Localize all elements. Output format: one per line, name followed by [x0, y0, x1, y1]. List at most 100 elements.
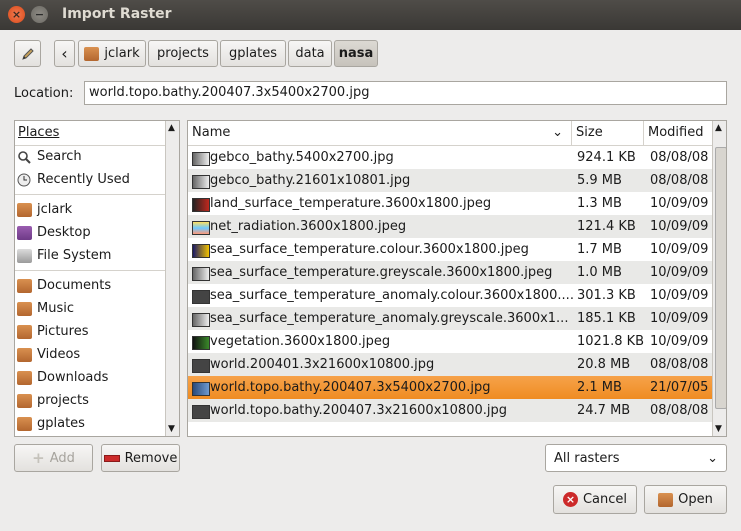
- place-label: Documents: [37, 278, 112, 293]
- file-row[interactable]: world.topo.bathy.200407.3x21600x10800.jp…: [188, 399, 712, 422]
- image-thumbnail-icon: [192, 175, 210, 189]
- file-modified: 21/07/05: [650, 380, 709, 395]
- file-size: 1.3 MB: [577, 196, 622, 211]
- path-segment-nasa[interactable]: nasa: [334, 40, 378, 67]
- remove-button[interactable]: Remove: [101, 444, 180, 472]
- file-row[interactable]: gebco_bathy.5400x2700.jpg 924.1 KB 08/08…: [188, 146, 712, 169]
- file-name: world.topo.bathy.200407.3x5400x2700.jpg: [210, 380, 491, 395]
- videos-folder-icon: [17, 347, 32, 362]
- column-size-label: Size: [576, 125, 603, 140]
- file-type-filter-select[interactable]: All rasters ⌄: [545, 444, 727, 472]
- places-item-music[interactable]: Music: [15, 297, 165, 320]
- location-input[interactable]: world.topo.bathy.200407.3x5400x2700.jpg: [84, 81, 727, 105]
- add-button[interactable]: + Add: [14, 444, 93, 472]
- file-modified: 10/09/09: [650, 242, 709, 257]
- scroll-down-arrow-icon[interactable]: ▼: [715, 424, 722, 434]
- file-row[interactable]: sea_surface_temperature.greyscale.3600x1…: [188, 261, 712, 284]
- sort-descending-icon: ⌄: [552, 125, 563, 140]
- image-thumbnail-icon: [192, 405, 210, 419]
- column-header-modified[interactable]: Modified: [644, 121, 712, 145]
- place-label: Recently Used: [37, 172, 130, 187]
- image-thumbnail-icon: [192, 244, 210, 258]
- cancel-icon: ×: [562, 492, 578, 507]
- file-list-header: Name ⌄ Size Modified: [188, 121, 726, 146]
- places-item-desktop[interactable]: Desktop: [15, 221, 165, 244]
- places-item-projects[interactable]: projects: [15, 389, 165, 412]
- path-segment-label: gplates: [229, 46, 277, 61]
- file-modified: 10/09/09: [650, 219, 709, 234]
- clock-icon: [17, 173, 31, 186]
- place-label: Desktop: [37, 225, 91, 240]
- path-segment-gplates[interactable]: gplates: [220, 40, 286, 67]
- places-item-pictures[interactable]: Pictures: [15, 320, 165, 343]
- scrollbar-thumb[interactable]: [715, 147, 726, 409]
- path-segment-data[interactable]: data: [288, 40, 332, 67]
- path-segment-jclark[interactable]: jclark: [78, 40, 146, 67]
- place-label: Pictures: [37, 324, 89, 339]
- path-back-button[interactable]: ‹: [54, 40, 75, 67]
- file-name: gebco_bathy.5400x2700.jpg: [210, 150, 394, 165]
- places-separator: [15, 194, 165, 195]
- add-button-label: Add: [49, 450, 75, 466]
- location-label: Location:: [14, 86, 74, 101]
- file-size: 1021.8 KB: [577, 334, 645, 349]
- column-header-name[interactable]: Name ⌄: [188, 121, 572, 145]
- places-item-documents[interactable]: Documents: [15, 274, 165, 297]
- file-row[interactable]: net_radiation.3600x1800.jpeg 121.4 KB 10…: [188, 215, 712, 238]
- column-header-size[interactable]: Size: [572, 121, 644, 145]
- column-modified-label: Modified: [648, 125, 704, 140]
- places-item-file-system[interactable]: File System: [15, 244, 165, 267]
- open-button-label: Open: [678, 492, 713, 507]
- places-header[interactable]: Places: [15, 121, 179, 146]
- home-folder-icon: [17, 202, 32, 217]
- downloads-folder-icon: [17, 370, 32, 385]
- file-row[interactable]: vegetation.3600x1800.jpeg 1021.8 KB 10/0…: [188, 330, 712, 353]
- search-icon: [18, 150, 31, 164]
- scroll-up-arrow-icon[interactable]: ▲: [715, 123, 722, 133]
- file-modified: 08/08/08: [650, 403, 709, 418]
- places-item-search[interactable]: Search: [15, 145, 165, 168]
- file-row[interactable]: sea_surface_temperature_anomaly.colour.3…: [188, 284, 712, 307]
- place-label: gplates: [37, 416, 85, 431]
- file-list-scrollbar[interactable]: ▲ ▼: [712, 121, 726, 436]
- scroll-down-arrow-icon[interactable]: ▼: [168, 424, 175, 434]
- file-row[interactable]: world.200401.3x21600x10800.jpg 20.8 MB 0…: [188, 353, 712, 376]
- remove-button-label: Remove: [124, 450, 178, 466]
- file-name: sea_surface_temperature_anomaly.colour.3…: [210, 288, 574, 303]
- file-size: 1.7 MB: [577, 242, 622, 257]
- places-item-gplates[interactable]: gplates: [15, 412, 165, 435]
- file-name: land_surface_temperature.3600x1800.jpeg: [210, 196, 492, 211]
- file-row[interactable]: land_surface_temperature.3600x1800.jpeg …: [188, 192, 712, 215]
- edit-location-button[interactable]: [14, 40, 41, 67]
- image-thumbnail-icon: [192, 198, 210, 212]
- file-name: vegetation.3600x1800.jpeg: [210, 334, 391, 349]
- place-label: Search: [37, 149, 82, 164]
- path-segment-projects[interactable]: projects: [148, 40, 218, 67]
- file-name: sea_surface_temperature.greyscale.3600x1…: [210, 265, 553, 280]
- open-button[interactable]: Open: [644, 485, 727, 514]
- place-label: projects: [37, 393, 89, 408]
- file-row[interactable]: sea_surface_temperature_anomaly.greyscal…: [188, 307, 712, 330]
- image-thumbnail-icon: [192, 152, 210, 166]
- places-item-jclark[interactable]: jclark: [15, 198, 165, 221]
- file-row[interactable]: sea_surface_temperature.colour.3600x1800…: [188, 238, 712, 261]
- file-row[interactable]: gebco_bathy.21601x10801.jpg 5.9 MB 08/08…: [188, 169, 712, 192]
- file-modified: 10/09/09: [650, 265, 709, 280]
- places-scrollbar[interactable]: ▲ ▼: [165, 121, 179, 436]
- minimize-window-icon[interactable]: −: [31, 6, 48, 23]
- path-segment-label: projects: [157, 46, 209, 61]
- file-name: sea_surface_temperature_anomaly.greyscal…: [210, 311, 569, 326]
- places-item-downloads[interactable]: Downloads: [15, 366, 165, 389]
- scroll-up-arrow-icon[interactable]: ▲: [168, 123, 175, 133]
- cancel-button[interactable]: × Cancel: [553, 485, 637, 514]
- file-name: gebco_bathy.21601x10801.jpg: [210, 173, 411, 188]
- file-row-selected[interactable]: world.topo.bathy.200407.3x5400x2700.jpg …: [188, 376, 712, 399]
- places-item-recently-used[interactable]: Recently Used: [15, 168, 165, 191]
- image-thumbnail-icon: [192, 290, 210, 304]
- places-item-videos[interactable]: Videos: [15, 343, 165, 366]
- desktop-icon: [17, 225, 32, 240]
- cancel-button-label: Cancel: [582, 492, 628, 507]
- image-thumbnail-icon: [192, 313, 210, 327]
- folder-icon: [17, 416, 32, 431]
- close-window-icon[interactable]: ×: [8, 6, 25, 23]
